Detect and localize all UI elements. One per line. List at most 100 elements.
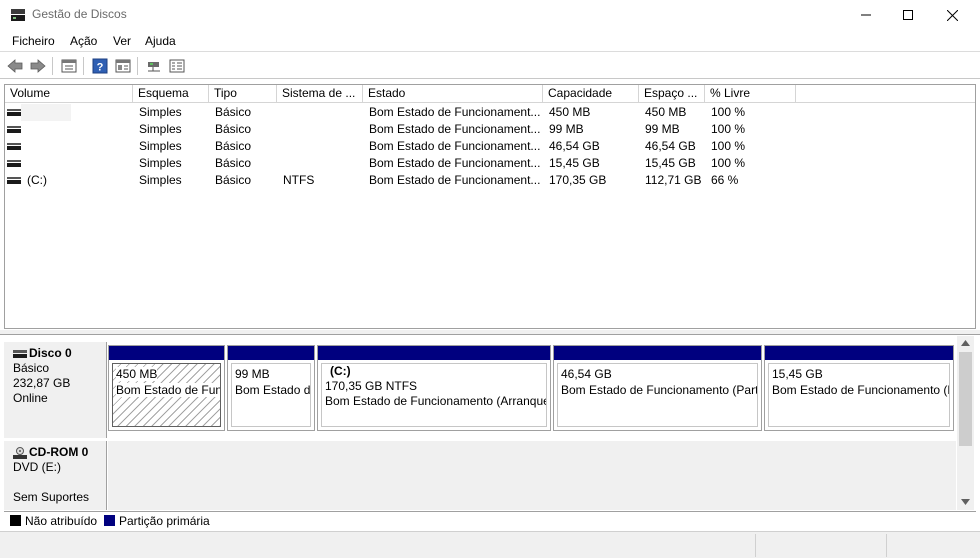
cdrom-0-name: CD-ROM 0 xyxy=(29,445,89,459)
volume-name xyxy=(21,104,71,121)
col-capacity[interactable]: Capacidade xyxy=(543,85,639,103)
partition-15gb[interactable]: 15,45 GB Bom Estado de Funcionamento (Pa… xyxy=(764,345,954,431)
volume-icon xyxy=(7,177,21,184)
volume-icon xyxy=(7,143,21,150)
partition-size: 99 MB xyxy=(235,367,270,381)
legend: Não atribuído Partição primária xyxy=(4,511,976,529)
title-bar: Gestão de Discos xyxy=(0,0,980,30)
help-icon: ? xyxy=(92,58,108,74)
scroll-up-icon[interactable] xyxy=(961,340,970,346)
table-row[interactable]: Simples Básico Bom Estado de Funcionamen… xyxy=(5,121,975,138)
cdrom-0-label[interactable]: CD-ROM 0 DVD (E:) Sem Suportes xyxy=(4,441,107,510)
partition-size: 170,35 GB NTFS xyxy=(325,379,418,393)
partition-c-drive[interactable]: (C:) 170,35 GB NTFS Bom Estado de Funcio… xyxy=(317,345,551,431)
disk-map-scrollbar[interactable] xyxy=(957,336,974,510)
volume-status: Bom Estado de Funcionament... xyxy=(369,173,541,187)
col-type[interactable]: Tipo xyxy=(209,85,277,103)
volume-free-space: 112,71 GB xyxy=(645,173,702,187)
menu-help[interactable]: Ajuda xyxy=(145,34,176,48)
table-row[interactable]: Simples Básico Bom Estado de Funcionamen… xyxy=(5,155,975,172)
volume-status: Bom Estado de Funcionament... xyxy=(369,122,541,136)
table-row[interactable]: (C:) Simples Básico NTFS Bom Estado de F… xyxy=(5,172,975,189)
volume-layout: Simples xyxy=(139,173,182,187)
col-layout[interactable]: Esquema xyxy=(133,85,209,103)
hard-disk-icon xyxy=(13,349,27,358)
partition-recovery-450mb[interactable]: 450 MB Bom Estado de Funcionamento (Part… xyxy=(108,345,225,431)
scroll-down-icon[interactable] xyxy=(961,499,970,505)
menu-view[interactable]: Ver xyxy=(113,34,131,48)
table-row[interactable]: Simples Básico Bom Estado de Funcionamen… xyxy=(5,104,975,121)
options-icon xyxy=(169,59,185,73)
volume-capacity: 170,35 GB xyxy=(549,173,607,187)
volume-capacity: 46,54 GB xyxy=(549,139,600,153)
legend-primary-partition: Partição primária xyxy=(119,514,210,528)
volume-icon xyxy=(7,126,21,133)
volume-filesystem xyxy=(277,121,363,138)
col-volume[interactable]: Volume xyxy=(5,85,133,103)
menu-file[interactable]: Ficheiro xyxy=(12,34,55,48)
partition-status: Bom Estado de Funcionamento (Partição de… xyxy=(235,383,311,397)
options-button[interactable] xyxy=(167,56,187,76)
connect-button[interactable] xyxy=(144,56,164,76)
volume-percent-free: 100 % xyxy=(711,156,746,170)
status-bar xyxy=(0,531,980,558)
maximize-button[interactable] xyxy=(885,0,930,30)
cdrom-0-area xyxy=(108,441,956,510)
volume-status: Bom Estado de Funcionament... xyxy=(369,105,541,119)
volume-name xyxy=(21,121,133,138)
volume-layout: Simples xyxy=(139,105,182,119)
primary-partition-bar xyxy=(554,346,761,360)
connect-icon xyxy=(148,62,160,72)
col-free-space[interactable]: Espaço ... xyxy=(639,85,705,103)
console-button[interactable] xyxy=(113,56,133,76)
volume-icon xyxy=(7,160,21,167)
partition-status: Bom Estado de Funcionamento (Partição Pr… xyxy=(561,383,757,397)
col-status[interactable]: Estado xyxy=(363,85,543,103)
partition-46gb[interactable]: 46,54 GB Bom Estado de Funcionamento (Pa… xyxy=(553,345,762,431)
primary-partition-bar xyxy=(109,346,224,360)
menu-action[interactable]: Ação xyxy=(70,34,97,48)
col-filesystem[interactable]: Sistema de ... xyxy=(277,85,363,103)
properties-button[interactable] xyxy=(59,56,79,76)
forward-button[interactable] xyxy=(28,56,48,76)
volume-status: Bom Estado de Funcionament... xyxy=(369,139,541,153)
forward-arrow-icon xyxy=(30,59,46,73)
console-icon xyxy=(115,59,131,73)
unallocated-swatch xyxy=(10,515,21,526)
minimize-button[interactable] xyxy=(843,0,888,30)
help-button[interactable]: ? xyxy=(90,56,110,76)
properties-icon xyxy=(61,59,77,73)
partition-status: Bom Estado de Funcionamento (Partição de… xyxy=(116,383,220,397)
volume-list[interactable]: Volume Esquema Tipo Sistema de ... Estad… xyxy=(4,84,976,329)
volume-name: (C:) xyxy=(27,173,47,187)
volume-layout: Simples xyxy=(139,139,182,153)
volume-type: Básico xyxy=(215,139,252,153)
cd-drive-icon xyxy=(13,446,27,459)
primary-partition-bar xyxy=(318,346,550,360)
partition-efi-99mb[interactable]: 99 MB Bom Estado de Funcionamento (Parti… xyxy=(227,345,315,431)
disk-0-size: 232,87 GB xyxy=(13,376,71,390)
volume-free-space: 99 MB xyxy=(645,122,680,136)
primary-partition-bar xyxy=(765,346,953,360)
volume-layout: Simples xyxy=(139,122,182,136)
legend-unallocated: Não atribuído xyxy=(25,514,98,528)
disk-0-state: Online xyxy=(13,391,48,405)
close-button[interactable] xyxy=(930,0,975,30)
back-arrow-icon xyxy=(7,59,23,73)
scrollbar-thumb[interactable] xyxy=(959,352,972,446)
volume-capacity: 15,45 GB xyxy=(549,156,600,170)
volume-filesystem: NTFS xyxy=(283,173,315,187)
partition-name: (C:) xyxy=(330,364,351,378)
table-row[interactable]: Simples Básico Bom Estado de Funcionamen… xyxy=(5,138,975,155)
col-percent-free[interactable]: % Livre xyxy=(705,85,796,103)
volume-icon xyxy=(7,109,21,116)
volume-percent-free: 66 % xyxy=(711,173,739,187)
volume-type: Básico xyxy=(215,122,252,136)
disk-0-label[interactable]: Disco 0 Básico 232,87 GB Online xyxy=(4,342,107,438)
back-button[interactable] xyxy=(5,56,25,76)
volume-type: Básico xyxy=(215,105,252,119)
volume-free-space: 46,54 GB xyxy=(645,139,696,153)
pane-splitter[interactable] xyxy=(0,330,980,335)
volume-name xyxy=(21,138,133,155)
volume-free-space: 15,45 GB xyxy=(645,156,696,170)
